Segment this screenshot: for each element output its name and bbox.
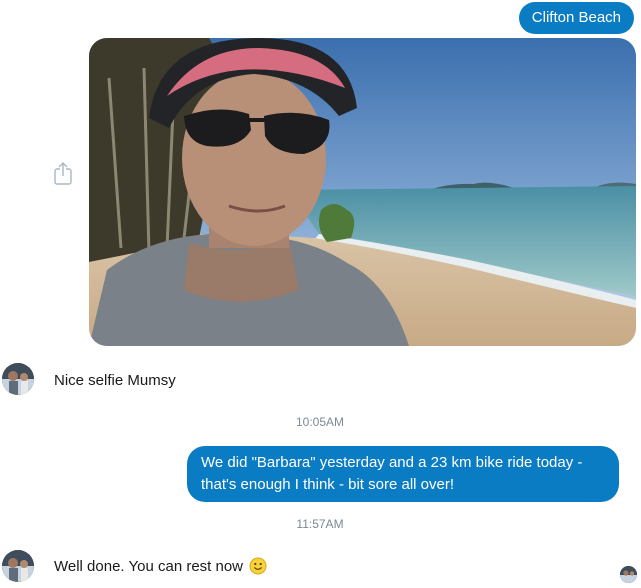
message-text: Clifton Beach	[531, 9, 621, 26]
message-timestamp: 10:05AM	[295, 415, 345, 429]
smiley-emoji-icon	[249, 557, 267, 575]
incoming-message-text: Nice selfie Mumsy	[54, 372, 176, 389]
outgoing-message-bubble[interactable]: We did "Barbara" yesterday and a 23 km b…	[187, 446, 619, 502]
incoming-message: Well done. You can rest now	[54, 557, 267, 575]
contact-avatar[interactable]	[2, 550, 34, 582]
outgoing-message-bubble[interactable]: Clifton Beach	[518, 2, 634, 34]
read-receipt-avatar	[620, 566, 637, 583]
photo-attachment[interactable]	[89, 38, 636, 346]
share-icon[interactable]	[51, 160, 75, 188]
message-text: We did "Barbara" yesterday and a 23 km b…	[201, 454, 583, 493]
message-timestamp: 11:57AM	[296, 517, 344, 531]
incoming-message-text: Well done. You can rest now	[54, 558, 244, 575]
contact-avatar[interactable]	[2, 363, 34, 395]
